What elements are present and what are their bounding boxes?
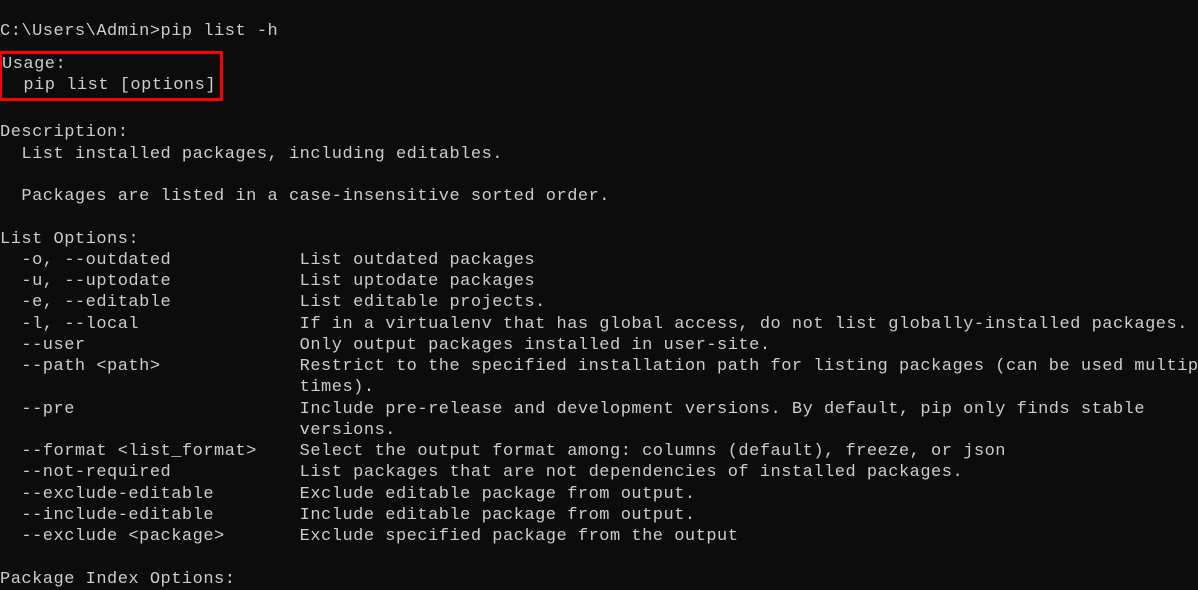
description-line-2: Packages are listed in a case-insensitiv… [0,187,610,206]
option-row: --user Only output packages installed in… [0,336,771,355]
option-desc: Include editable package from output. [300,506,696,525]
usage-highlight-box: Usage: pip list [options] [0,51,223,102]
option-row: -u, --uptodate List uptodate packages [0,272,535,291]
option-row: --exclude-editable Exclude editable pack… [0,485,696,504]
option-row: --exclude <package> Exclude specified pa… [0,527,738,546]
option-desc: Select the output format among: columns … [300,442,1006,461]
option-row: -o, --outdated List outdated packages [0,251,535,270]
prompt-command: pip list -h [161,22,279,41]
option-flag: -o, --outdated [0,251,300,270]
option-row: --pre Include pre-release and developmen… [0,400,1145,419]
option-flag: --format <list_format> [0,442,300,461]
usage-header: Usage: [2,55,66,74]
description-line-1: List installed packages, including edita… [0,145,503,164]
option-flag: --path <path> [0,357,300,376]
description-header: Description: [0,123,128,142]
terminal-output[interactable]: C:\Users\Admin>pip list -h Usage: pip li… [0,0,1198,590]
option-desc: Restrict to the specified installation p… [300,357,1198,376]
option-desc: List packages that are not dependencies … [300,463,964,482]
option-desc: versions. [300,421,396,440]
option-desc: times). [300,378,375,397]
option-flag [0,378,300,397]
option-desc: Exclude specified package from the outpu… [300,527,739,546]
option-flag: --include-editable [0,506,300,525]
option-desc: List outdated packages [300,251,535,270]
option-desc: If in a virtualenv that has global acces… [300,315,1188,334]
prompt-path: C:\Users\Admin> [0,22,161,41]
option-row: --path <path> Restrict to the specified … [0,357,1198,376]
option-flag: --exclude-editable [0,485,300,504]
option-row: --format <list_format> Select the output… [0,442,1006,461]
option-flag: -l, --local [0,315,300,334]
package-index-header: Package Index Options: [0,570,235,589]
command-prompt: C:\Users\Admin>pip list -h [0,22,278,41]
option-desc: Only output packages installed in user-s… [300,336,771,355]
option-row: -e, --editable List editable projects. [0,293,546,312]
option-flag [0,421,300,440]
option-row: versions. [0,421,396,440]
option-flag: -u, --uptodate [0,272,300,291]
option-flag: --not-required [0,463,300,482]
list-options-header: List Options: [0,230,139,249]
usage-body: pip list [options] [2,76,216,95]
option-row: --not-required List packages that are no… [0,463,963,482]
option-row: -l, --local If in a virtualenv that has … [0,315,1188,334]
option-flag: --user [0,336,300,355]
option-desc: Include pre-release and development vers… [300,400,1145,419]
option-flag: -e, --editable [0,293,300,312]
option-row: --include-editable Include editable pack… [0,506,696,525]
option-desc: List editable projects. [300,293,546,312]
option-row: times). [0,378,375,397]
option-desc: List uptodate packages [300,272,535,291]
option-flag: --pre [0,400,300,419]
option-flag: --exclude <package> [0,527,300,546]
option-desc: Exclude editable package from output. [300,485,696,504]
